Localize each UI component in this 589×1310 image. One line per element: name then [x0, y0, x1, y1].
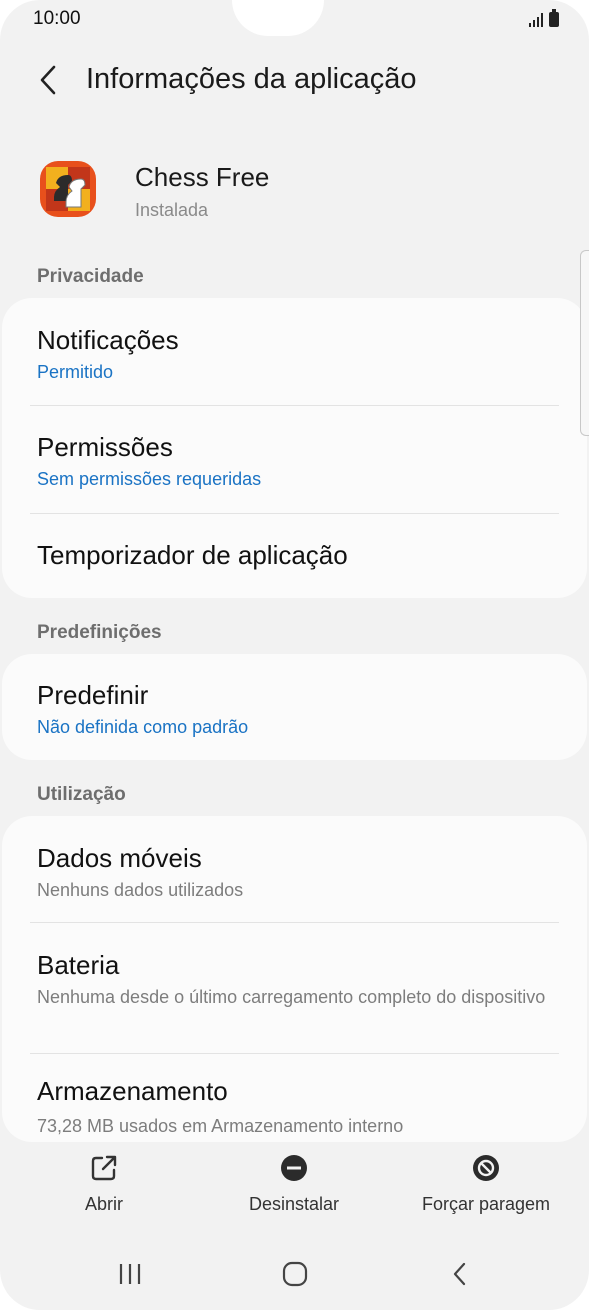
defaults-card: Predefinir Não definida como padrão — [2, 654, 587, 760]
bottom-action-bar: Abrir Desinstalar Forçar paragem — [0, 1145, 589, 1235]
status-time: 10:00 — [33, 8, 81, 29]
privacy-card: Notificações Permitido Permissões Sem pe… — [2, 298, 587, 598]
set-default-item[interactable]: Predefinir Não definida como padrão — [2, 654, 587, 760]
storage-title: Armazenamento — [37, 1076, 228, 1106]
mobile-data-item[interactable]: Dados móveis Nenhuns dados utilizados — [2, 816, 587, 922]
battery-title: Bateria — [37, 950, 120, 980]
scrollbar[interactable] — [580, 250, 589, 436]
open-label: Abrir — [84, 1194, 123, 1214]
chess-knight-icon — [40, 161, 96, 217]
battery-item[interactable]: Bateria Nenhuma desde o último carregame… — [2, 923, 587, 1053]
system-back-button[interactable] — [425, 1248, 495, 1300]
app-timer-item[interactable]: Temporizador de aplicação — [2, 514, 587, 598]
app-bar: Informações da aplicação — [0, 56, 589, 106]
recent-apps-button[interactable] — [95, 1248, 165, 1300]
storage-item[interactable]: Armazenamento 73,28 MB usados em Armazen… — [2, 1054, 587, 1142]
chevron-left-icon — [40, 65, 56, 95]
permissions-title: Permissões — [37, 432, 173, 462]
usage-card: Dados móveis Nenhuns dados utilizados Ba… — [2, 816, 587, 1142]
home-icon — [282, 1261, 308, 1287]
permissions-item[interactable]: Permissões Sem permissões requeridas — [2, 406, 587, 513]
section-header-privacy: Privacidade — [37, 266, 144, 287]
app-summary: Chess Free Instalada — [0, 158, 589, 228]
back-button[interactable] — [30, 60, 66, 100]
force-stop-icon — [471, 1145, 501, 1191]
uninstall-button[interactable]: Desinstalar — [204, 1145, 384, 1225]
page-title: Informações da aplicação — [86, 63, 417, 95]
battery-usage: Nenhuma desde o último carregamento comp… — [37, 987, 546, 1007]
open-external-icon — [89, 1145, 119, 1191]
recent-apps-icon — [119, 1264, 141, 1284]
set-default-status: Não definida como padrão — [37, 717, 249, 737]
app-timer-title: Temporizador de aplicação — [37, 540, 348, 570]
back-icon — [453, 1262, 466, 1286]
notifications-title: Notificações — [37, 325, 179, 355]
section-header-usage: Utilização — [37, 784, 126, 805]
battery-icon — [549, 9, 559, 27]
open-button[interactable]: Abrir — [14, 1145, 194, 1225]
home-button[interactable] — [260, 1248, 330, 1300]
force-stop-button[interactable]: Forçar paragem — [396, 1145, 576, 1225]
uninstall-icon — [279, 1145, 309, 1191]
permissions-status: Sem permissões requeridas — [37, 469, 262, 489]
notifications-status: Permitido — [37, 362, 114, 382]
section-header-defaults: Predefinições — [37, 622, 162, 643]
phone-screen: 10:00 Informações da aplicação Chess Fre… — [0, 0, 589, 1310]
status-icons — [529, 9, 559, 27]
app-install-status: Instalada — [135, 200, 209, 220]
notifications-item[interactable]: Notificações Permitido — [2, 298, 587, 405]
mobile-data-usage: Nenhuns dados utilizados — [37, 880, 244, 900]
storage-usage: 73,28 MB usados em Armazenamento interno — [37, 1116, 404, 1136]
signal-icon — [529, 13, 543, 27]
force-stop-label: Forçar paragem — [421, 1194, 551, 1214]
system-navigation-bar — [0, 1248, 589, 1300]
app-name: Chess Free — [135, 162, 270, 192]
status-bar: 10:00 — [0, 0, 589, 40]
set-default-title: Predefinir — [37, 680, 149, 710]
mobile-data-title: Dados móveis — [37, 843, 202, 873]
uninstall-label: Desinstalar — [248, 1194, 340, 1214]
